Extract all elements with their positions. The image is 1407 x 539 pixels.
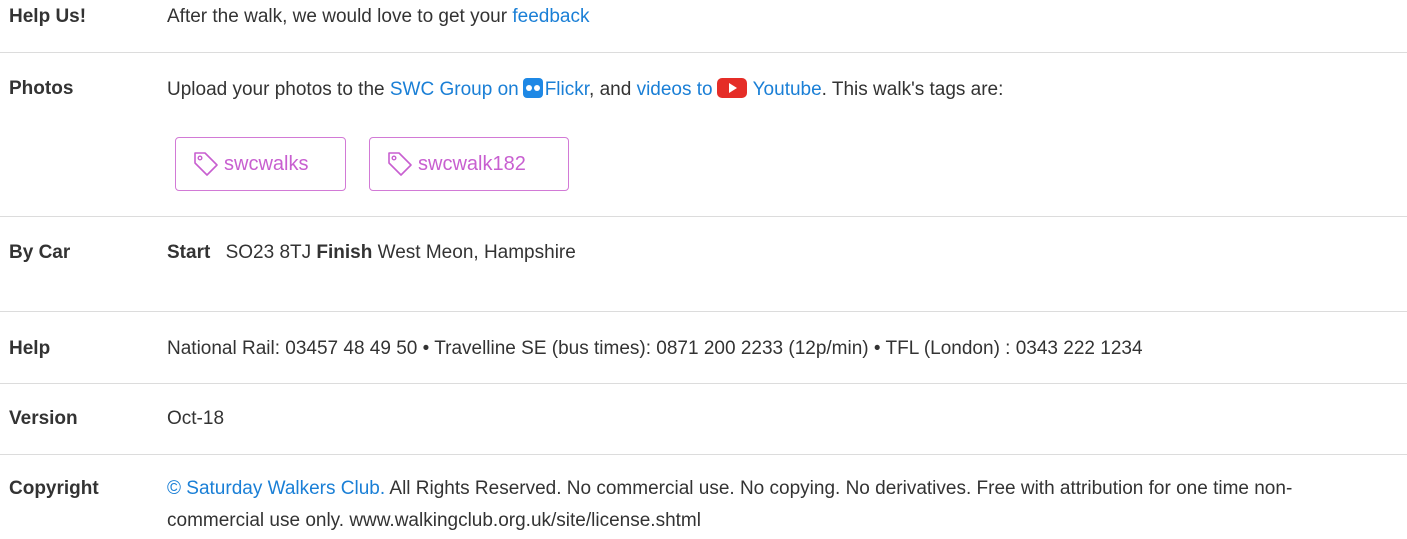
flickr-link-text-a: SWC Group on [389, 79, 519, 100]
flickr-link-text-b: Flickr [544, 79, 590, 100]
divider [0, 383, 1407, 384]
copyright-label: Copyright [9, 478, 99, 499]
photos-text-after: . This walk's tags are: [821, 79, 1004, 100]
copyright-content: © Saturday Walkers Club. All Rights Rese… [167, 473, 1367, 537]
help-label: Help [9, 338, 51, 359]
divider [0, 311, 1407, 312]
divider [0, 52, 1407, 53]
help-us-label: Help Us! [9, 6, 87, 27]
tag-icon [194, 152, 218, 176]
help-us-content: After the walk, we would love to get you… [167, 6, 1387, 28]
photos-label: Photos [9, 78, 74, 99]
tag-swcwalk182[interactable]: swcwalk182 [369, 137, 569, 191]
version-value: Oct-18 [167, 408, 225, 429]
finish-label: Finish [316, 242, 373, 263]
version-label: Version [9, 408, 78, 429]
tag-label: swcwalk182 [418, 152, 526, 175]
tag-swcwalks[interactable]: swcwalks [175, 137, 346, 191]
divider [0, 216, 1407, 217]
photos-content: Upload your photos to the SWC Group on Fl… [167, 78, 1387, 101]
help-phone-text: National Rail: 03457 48 49 50 • Travelli… [167, 338, 1143, 359]
finish-value: West Meon, Hampshire [377, 242, 576, 263]
photos-mid-text: , and [589, 79, 632, 100]
photos-text-before: Upload your photos to the [167, 79, 385, 100]
flickr-icon [522, 78, 543, 98]
youtube-link[interactable]: videos to Youtube [636, 78, 822, 100]
youtube-link-text-b: Youtube [752, 79, 822, 100]
start-value: SO23 8TJ [225, 242, 312, 263]
start-label: Start [167, 242, 211, 263]
youtube-link-text-a: videos to [636, 79, 713, 100]
saturday-walkers-club-link[interactable]: © Saturday Walkers Club. [167, 478, 385, 499]
tag-label: swcwalks [224, 152, 309, 175]
feedback-link[interactable]: feedback [512, 6, 589, 27]
help-us-text: After the walk, we would love to get you… [167, 6, 508, 27]
tag-icon [388, 152, 412, 176]
divider [0, 454, 1407, 455]
flickr-group-link[interactable]: SWC Group on Flickr [389, 78, 590, 100]
by-car-label: By Car [9, 242, 71, 263]
by-car-content: Start SO23 8TJ Finish West Meon, Hampshi… [167, 242, 1387, 264]
youtube-icon [716, 78, 747, 98]
